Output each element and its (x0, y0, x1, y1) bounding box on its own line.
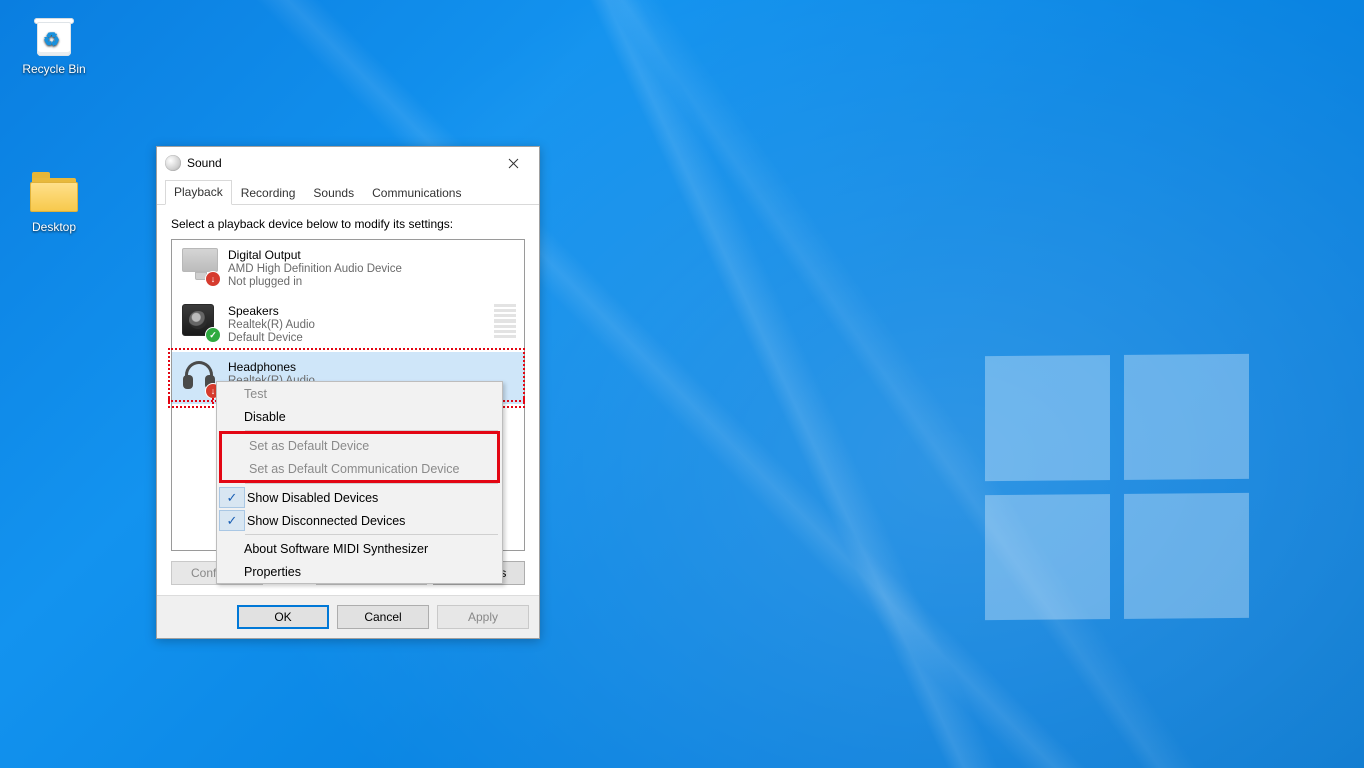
ctx-label: Set as Default Device (249, 439, 369, 453)
ctx-label: Set as Default Communication Device (249, 462, 460, 476)
desktop: ♻ Recycle Bin Desktop Sound Playback Rec… (0, 0, 1364, 768)
tab-recording[interactable]: Recording (232, 181, 305, 205)
ctx-set-default[interactable]: Set as Default Device (222, 434, 497, 457)
device-status: Not plugged in (228, 276, 402, 288)
ctx-label: Properties (244, 565, 301, 579)
ctx-show-disabled[interactable]: ✓Show Disabled Devices (217, 486, 502, 509)
ctx-set-default-comm[interactable]: Set as Default Communication Device (222, 457, 497, 480)
ctx-properties[interactable]: Properties (217, 560, 502, 583)
ok-button[interactable]: OK (237, 605, 329, 629)
tab-playback[interactable]: Playback (165, 180, 232, 205)
close-icon (508, 158, 519, 169)
device-driver: Realtek(R) Audio (228, 319, 315, 331)
tab-sounds[interactable]: Sounds (304, 181, 363, 205)
device-status: Default Device (228, 332, 315, 344)
annotation-solid-box: Set as Default Device Set as Default Com… (219, 431, 500, 483)
device-speakers[interactable]: Speakers Realtek(R) Audio Default Device (172, 296, 524, 352)
apply-button[interactable]: Apply (437, 605, 529, 629)
cancel-button[interactable]: Cancel (337, 605, 429, 629)
ctx-about-midi[interactable]: About Software MIDI Synthesizer (217, 537, 502, 560)
ctx-label: Show Disabled Devices (247, 491, 378, 505)
tab-strip: Playback Recording Sounds Communications (157, 179, 539, 205)
unplugged-badge-icon (205, 271, 221, 287)
device-digital-output[interactable]: Digital Output AMD High Definition Audio… (172, 240, 524, 296)
sound-icon (165, 155, 181, 171)
level-meter (494, 304, 516, 338)
speaker-icon (182, 304, 218, 340)
headphones-icon (182, 360, 218, 396)
desktop-icon-folder[interactable]: Desktop (16, 168, 92, 234)
desktop-icon-label: Recycle Bin (16, 62, 92, 76)
tab-communications[interactable]: Communications (363, 181, 470, 205)
ctx-test[interactable]: Test (217, 382, 502, 405)
ctx-label: Show Disconnected Devices (247, 514, 405, 528)
folder-icon (30, 168, 78, 216)
ctx-disable[interactable]: Disable (217, 405, 502, 428)
device-name: Speakers (228, 304, 315, 318)
desktop-icon-recycle-bin[interactable]: ♻ Recycle Bin (16, 10, 92, 76)
device-name: Digital Output (228, 248, 402, 262)
ctx-label: Disable (244, 410, 286, 424)
titlebar[interactable]: Sound (157, 147, 539, 179)
ctx-show-disconnected[interactable]: ✓Show Disconnected Devices (217, 509, 502, 532)
ctx-label: About Software MIDI Synthesizer (244, 542, 428, 556)
device-driver: AMD High Definition Audio Device (228, 263, 402, 275)
dialog-title: Sound (187, 156, 222, 170)
check-icon: ✓ (219, 487, 245, 508)
monitor-icon (182, 248, 218, 284)
desktop-icon-label: Desktop (16, 220, 92, 234)
ctx-label: Test (244, 387, 267, 401)
recycle-bin-icon: ♻ (30, 10, 78, 58)
dialog-button-row: OK Cancel Apply (157, 595, 539, 638)
instruction-text: Select a playback device below to modify… (171, 217, 525, 231)
windows-logo (985, 354, 1249, 620)
check-icon: ✓ (219, 510, 245, 531)
context-menu: Test Disable Set as Default Device Set a… (216, 381, 503, 584)
close-button[interactable] (493, 149, 533, 177)
default-badge-icon (205, 327, 221, 343)
device-name: Headphones (228, 360, 315, 374)
